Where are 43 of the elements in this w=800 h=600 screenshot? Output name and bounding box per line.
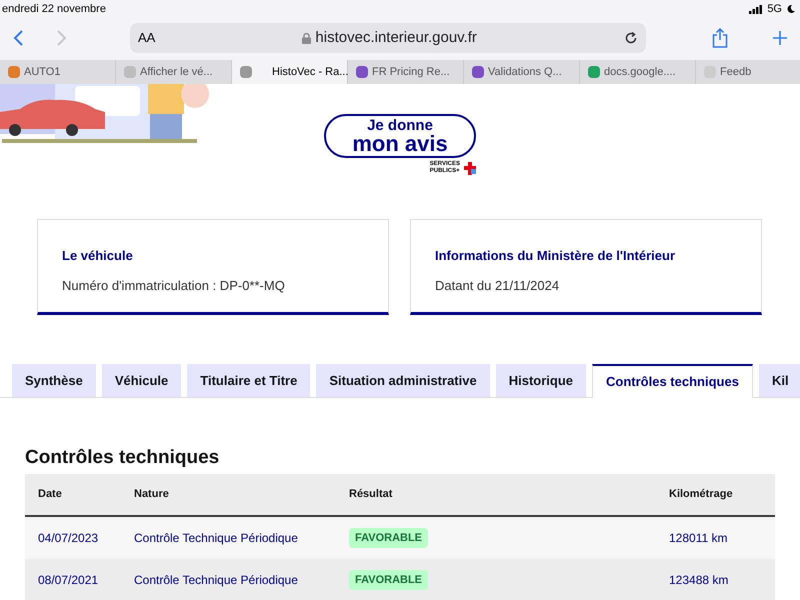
table-cell-text: Contrôle Technique Périodique [134, 572, 299, 589]
table-cell-text: Contrôle Technique Périodique [134, 530, 299, 547]
share-icon[interactable] [712, 28, 728, 48]
card-title: Informations du Ministère de l'Intérieur [435, 247, 676, 265]
network-label: 5G [767, 2, 782, 17]
table-cell-text: 04/07/2023 [38, 530, 100, 547]
status-badge: FAVORABLE [349, 528, 428, 548]
signal-icon [749, 4, 764, 14]
feedback-button[interactable]: Je donne mon avis [324, 114, 476, 158]
column-header: Nature [134, 487, 170, 502]
text-size-button[interactable]: AA [138, 28, 156, 48]
status-badge: FAVORABLE [349, 570, 428, 590]
browser-tab[interactable]: Validations Q... [464, 60, 580, 84]
url-text: histovec.interieur.gouv.fr [315, 28, 477, 48]
page-tab[interactable]: Titulaire et Titre [187, 364, 310, 397]
browser-tab[interactable]: FR Pricing Re... [348, 60, 464, 84]
page-tab[interactable]: Synthèse [12, 364, 96, 397]
page-tab[interactable]: Contrôles techniques [592, 364, 753, 398]
back-icon[interactable] [12, 29, 24, 47]
browser-tab[interactable]: docs.google.... [580, 60, 696, 84]
reload-icon[interactable] [624, 31, 638, 45]
card-text: Numéro d'immatriculation : DP-0**-MQ [62, 276, 286, 294]
lock-icon [302, 32, 312, 44]
moon-icon [786, 4, 796, 14]
page-tab[interactable]: Historique [496, 364, 586, 397]
page-tab[interactable]: Véhicule [102, 364, 182, 397]
new-tab-icon[interactable] [772, 30, 788, 46]
browser-tab[interactable]: HistoVec - Ra... [232, 60, 348, 84]
page-tab[interactable]: Kil [758, 364, 800, 397]
card-title: Le véhicule [62, 247, 134, 265]
browser-tab[interactable]: Feedb [696, 60, 800, 84]
table-cell-text: 123488 km [669, 572, 730, 589]
column-header: Date [38, 487, 63, 502]
column-header: Résultat [349, 487, 394, 502]
table-cell-text: 08/07/2021 [38, 572, 100, 589]
column-header: Kilométrage [669, 487, 734, 502]
cross-logo-icon [464, 162, 476, 174]
page-tab[interactable]: Situation administrative [316, 364, 490, 397]
table-cell-text: 128011 km [669, 530, 728, 547]
address-bar[interactable]: AA histovec.interieur.gouv.fr [130, 23, 646, 53]
status-date: endredi 22 novembre [1, 2, 106, 17]
section-title: Contrôles techniques [25, 448, 220, 467]
card-text: Datant du 21/11/2024 [435, 276, 560, 294]
